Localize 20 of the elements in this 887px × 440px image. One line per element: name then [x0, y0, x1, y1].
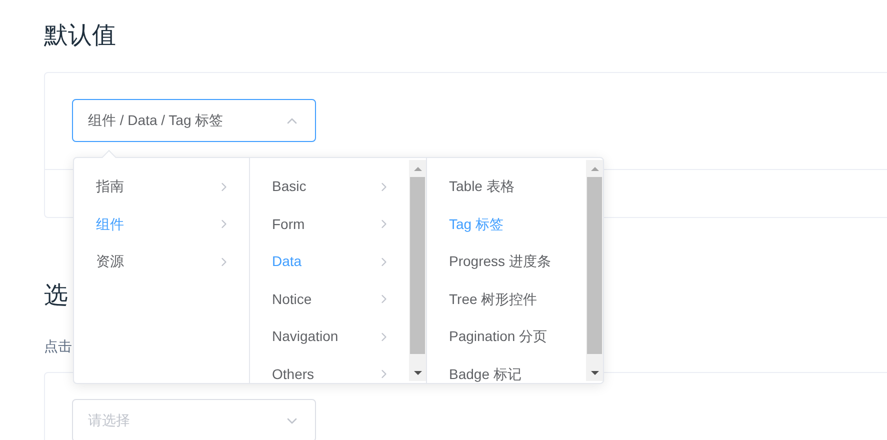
menu-item[interactable]: Badge 标记: [427, 356, 586, 383]
menu-item[interactable]: Form: [250, 206, 409, 243]
description-text: 点击: [44, 337, 72, 356]
menu-item[interactable]: Others: [250, 356, 409, 383]
selected-value: 组件 / Data / Tag 标签: [88, 111, 224, 130]
menu-item[interactable]: Tree 树形控件: [427, 280, 586, 318]
menu-item[interactable]: Basic: [250, 168, 409, 206]
placeholder-text: 请选择: [88, 411, 130, 430]
menu-item[interactable]: Progress 进度条: [427, 243, 586, 280]
scrollbar[interactable]: [409, 160, 426, 381]
menu-item[interactable]: Notice: [250, 280, 409, 318]
menu-item[interactable]: 指南: [74, 168, 249, 206]
menu-item[interactable]: Table 表格: [427, 168, 586, 206]
scrollbar[interactable]: [586, 160, 603, 381]
menu-item[interactable]: Pagination 分页: [427, 318, 586, 356]
menu-item[interactable]: 资源: [74, 243, 249, 280]
cascader-field[interactable]: 组件 / Data / Tag 标签: [72, 99, 316, 142]
menu-item[interactable]: Navigation: [250, 318, 409, 356]
section-title: 选: [44, 281, 68, 311]
section-title: 默认值: [44, 21, 116, 51]
